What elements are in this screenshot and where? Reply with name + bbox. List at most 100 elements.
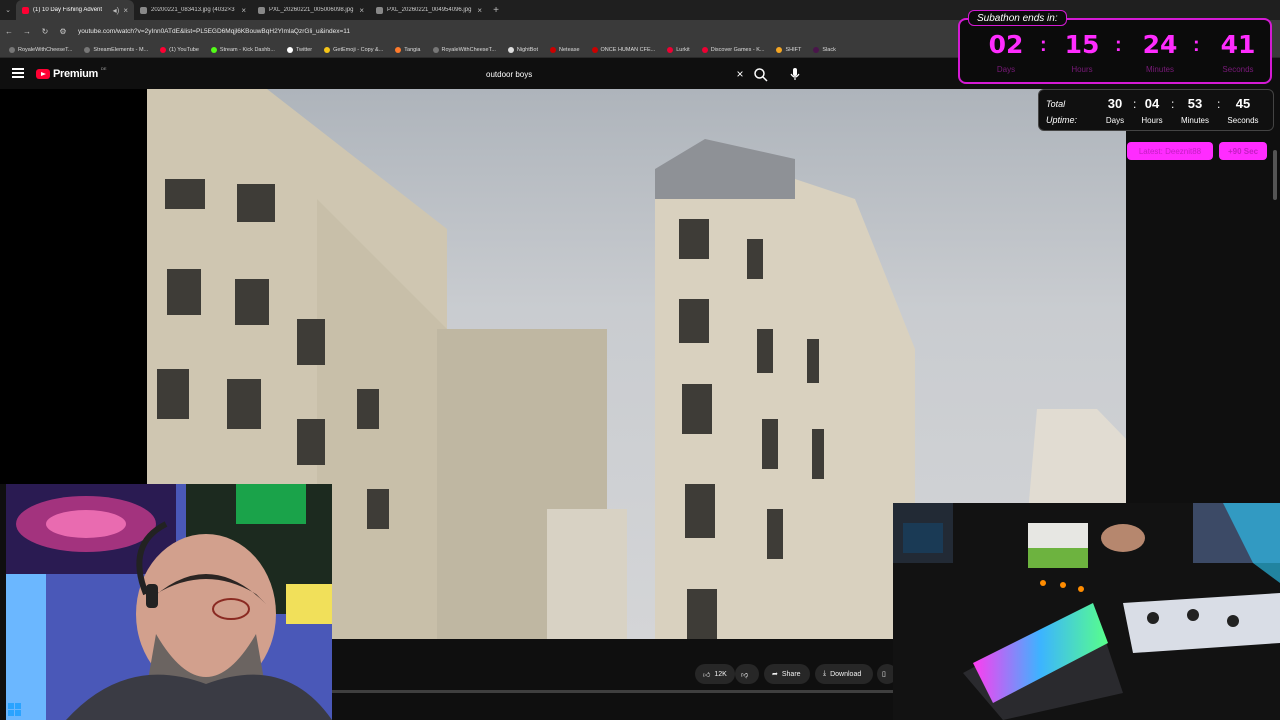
search-box: × (478, 64, 748, 84)
uptime-minutes-label: Minutes (1180, 116, 1209, 125)
video-frame-building-distant (547, 509, 627, 639)
tab-search-icon[interactable]: ⌄ (0, 6, 16, 14)
bookmark-item[interactable]: StreamElements - M... (79, 46, 153, 53)
bookmark-item[interactable]: Lurkit (662, 46, 694, 53)
bookmark-item[interactable]: Stream - Kick Dashb... (206, 46, 280, 53)
youtube-icon (160, 46, 167, 53)
browser-tab[interactable]: 20200221_083413.jpg (4032×3 × (134, 0, 252, 20)
youtube-icon (22, 6, 29, 14)
countdown-seconds-label: Seconds (1222, 65, 1254, 74)
close-tab-icon[interactable]: × (359, 6, 364, 15)
dislike-button[interactable]: 👎︎ (735, 664, 759, 684)
streamer-webcam (6, 484, 332, 720)
countdown-separator: : (1115, 34, 1122, 56)
search-icon[interactable] (752, 66, 770, 84)
countdown-hours-label: Hours (1071, 65, 1093, 74)
countdown-days: 02 (988, 30, 1024, 59)
browser-tab[interactable]: (1) 10 Day Fishing Advent ◂) × (16, 0, 134, 20)
download-icon: ⤓ (823, 670, 827, 677)
desk-camera-feed (893, 503, 1280, 720)
close-tab-icon[interactable]: × (241, 6, 246, 15)
video-frame-roof (655, 139, 795, 199)
menu-icon[interactable] (12, 68, 24, 78)
kick-icon (210, 46, 217, 53)
browser-tab-strip: ⌄ (1) 10 Day Fishing Advent ◂) × 2020022… (0, 0, 1280, 20)
tangia-icon (395, 46, 402, 53)
bookmark-icon (9, 46, 15, 53)
bookmark-item[interactable]: SHIFT (771, 46, 806, 53)
page-margin (0, 89, 147, 484)
share-button[interactable]: ➦ Share (764, 664, 810, 684)
microphone-icon[interactable] (786, 65, 804, 83)
browser-tab[interactable]: PXL_20260221_005006098.jpg × (252, 0, 370, 20)
bookmark-item[interactable]: RoyaleWithCheeseT... (428, 46, 501, 53)
tab-title: PXL_20260221_004954096.jpg (387, 7, 472, 13)
shift-icon (776, 46, 783, 53)
emoji-icon (324, 46, 331, 53)
uptime-seconds-label: Seconds (1227, 116, 1259, 125)
uptime-hours: 04 (1144, 96, 1160, 111)
slack-icon (813, 46, 820, 53)
reload-icon[interactable]: ↻ (36, 27, 54, 36)
clear-search-icon[interactable]: × (732, 67, 748, 81)
countdown-separator: : (1193, 34, 1200, 56)
uptime-separator: : (1171, 97, 1175, 111)
uptime-minutes: 53 (1187, 96, 1203, 111)
once-human-icon (591, 46, 598, 53)
countdown-minutes-label: Minutes (1145, 65, 1174, 74)
bookmark-item[interactable]: (1) YouTube (155, 46, 204, 53)
browser-tab[interactable]: PXL_20260221_004954096.jpg × (370, 0, 488, 20)
bookmark-icon (432, 46, 439, 53)
bookmark-item[interactable]: Twitter (282, 46, 317, 53)
bookmark-item[interactable]: Tangia (390, 46, 425, 53)
image-icon (140, 6, 147, 14)
forward-icon[interactable]: → (18, 27, 36, 36)
bookmark-icon: ▯ (882, 671, 886, 678)
uptime-seconds: 45 (1235, 96, 1251, 111)
uptime-label: Total Uptime: (1046, 99, 1078, 125)
webcam-feed (6, 484, 332, 720)
windows-start-icon[interactable] (8, 703, 22, 717)
image-icon (376, 6, 383, 14)
lurkit-icon (667, 46, 674, 53)
bookmark-item[interactable]: RoyaleWithCheeseT... (4, 46, 77, 53)
new-tab-button[interactable]: + (488, 5, 504, 16)
close-tab-icon[interactable]: × (123, 6, 128, 15)
youtube-premium-logo[interactable]: Premium DE (36, 66, 107, 80)
bookmark-item[interactable]: NightBot (503, 46, 543, 53)
uptime-hours-label: Hours (1141, 116, 1163, 125)
countdown-minutes: 24 (1142, 30, 1178, 59)
share-icon: ➦ (772, 671, 778, 678)
uptime-days: 30 (1107, 96, 1123, 111)
bookmark-item[interactable]: Slack (808, 46, 840, 53)
latest-contributor-badge: Latest: Deeznit88 (1127, 142, 1213, 160)
image-icon (258, 6, 265, 14)
mute-icon[interactable]: ◂) (113, 6, 120, 15)
tab-title: (1) 10 Day Fishing Advent (33, 7, 103, 13)
bookmark-item[interactable]: Discover Games - K... (697, 46, 770, 53)
bookmark-item[interactable]: GetEmoji - Copy &... (319, 46, 388, 53)
countdown-hours: 15 (1064, 30, 1100, 59)
thumbs-down-icon: 👎︎ (741, 671, 749, 679)
back-icon[interactable]: ← (0, 27, 18, 36)
site-info-icon[interactable]: ⚙ (54, 27, 72, 36)
bookmark-icon (84, 46, 91, 53)
close-tab-icon[interactable]: × (477, 6, 482, 15)
tab-title: 20200221_083413.jpg (4032×3 (151, 7, 235, 13)
like-button[interactable]: 👍︎ 12K (695, 664, 735, 684)
bookmark-item[interactable]: ONCE HUMAN CFE... (587, 46, 661, 53)
page-scrollbar[interactable] (1273, 150, 1277, 200)
time-bonus-badge: +90 Sec (1219, 142, 1267, 160)
video-info-area (330, 639, 895, 720)
subathon-title: Subathon ends in: (968, 10, 1067, 26)
uptime-separator: : (1217, 97, 1221, 111)
x-twitter-icon (286, 46, 293, 53)
url-field[interactable]: youtube.com/watch?v=2yInn0ATdE&list=PL5E… (78, 28, 350, 35)
youtube-play-icon (36, 69, 50, 79)
bookmark-item[interactable]: Netease (545, 46, 585, 53)
thumbs-up-icon: 👍︎ (703, 671, 711, 679)
search-input[interactable] (478, 69, 732, 79)
desk-camera (893, 503, 1280, 720)
kinguin-icon (701, 46, 708, 53)
download-button[interactable]: ⤓ Download (815, 664, 873, 684)
